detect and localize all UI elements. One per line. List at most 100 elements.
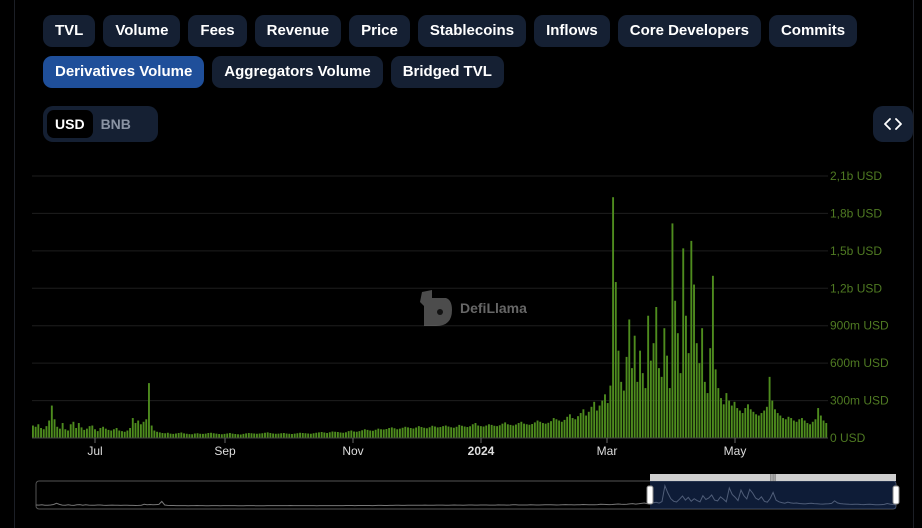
- volume-bar: [493, 425, 496, 438]
- volume-bar: [336, 432, 339, 438]
- volume-bar: [334, 431, 337, 438]
- volume-bar: [374, 429, 377, 438]
- volume-bar: [172, 433, 175, 438]
- volume-bar: [790, 418, 793, 438]
- volume-bar: [85, 428, 88, 438]
- volume-bar: [461, 425, 463, 438]
- volume-bar: [774, 409, 776, 438]
- volume-bar: [801, 418, 803, 438]
- brush-handle-right[interactable]: [892, 485, 900, 505]
- volume-bar: [201, 433, 204, 438]
- volume-bar: [148, 383, 150, 438]
- volume-bar: [547, 422, 550, 438]
- brush-handle-left[interactable]: [646, 485, 654, 505]
- volume-bar: [714, 369, 717, 438]
- volume-bar: [463, 426, 466, 438]
- volume-bar: [323, 432, 326, 438]
- volume-bar: [749, 409, 752, 438]
- volume-bar: [571, 418, 574, 438]
- volume-bar: [633, 335, 636, 438]
- volume-bar: [612, 197, 615, 438]
- volume-bar: [787, 416, 790, 438]
- volume-bar: [501, 423, 504, 438]
- volume-bar: [822, 420, 825, 438]
- volume-bar: [736, 408, 739, 438]
- y-tick-label: 1,5b USD: [830, 244, 882, 258]
- volume-bar: [67, 430, 69, 438]
- volume-bar: [142, 421, 145, 438]
- volume-bar: [452, 427, 455, 438]
- volume-bar: [88, 426, 91, 438]
- volume-bar: [585, 415, 588, 438]
- volume-bar: [663, 328, 666, 438]
- x-tick-label: Jul: [87, 444, 102, 458]
- volume-bar: [552, 418, 555, 438]
- volume-bar: [358, 431, 361, 438]
- volume-bar: [183, 433, 185, 438]
- volume-bar: [261, 433, 264, 438]
- volume-bar: [328, 432, 331, 438]
- volume-bar: [150, 425, 153, 438]
- volume-bar: [471, 424, 474, 438]
- y-tick-label: 900m USD: [830, 319, 889, 333]
- y-tick-label: 1,2b USD: [830, 281, 882, 295]
- volume-bar: [32, 425, 34, 438]
- range-brush[interactable]: |||: [35, 473, 900, 510]
- volume-bar: [582, 409, 585, 438]
- volume-bar: [639, 350, 642, 438]
- volume-bar: [180, 432, 183, 438]
- volume-bar: [563, 419, 566, 438]
- volume-bar: [428, 427, 431, 438]
- volume-bar: [390, 427, 393, 438]
- volume-bar: [112, 429, 115, 438]
- volume-bar: [644, 388, 647, 438]
- volume-bar: [655, 307, 658, 438]
- volume-bar: [720, 398, 722, 438]
- volume-bar: [703, 381, 706, 438]
- brush-selection[interactable]: [650, 481, 896, 509]
- volume-bar: [477, 425, 480, 438]
- volume-bar: [533, 422, 536, 438]
- volume-bar: [536, 420, 539, 438]
- llama-logo-icon: [420, 290, 452, 326]
- volume-bar: [61, 423, 64, 438]
- volume-bar: [666, 355, 668, 438]
- volume-bar: [784, 419, 787, 438]
- volume-bar: [237, 434, 239, 438]
- volume-bar: [566, 416, 569, 438]
- volume-bar: [272, 433, 275, 438]
- volume-bar: [331, 431, 334, 438]
- volume-bar: [469, 426, 472, 438]
- volume-bar: [37, 424, 40, 438]
- volume-bar: [291, 434, 293, 438]
- volume-bar: [231, 433, 234, 438]
- x-tick-label: Nov: [342, 444, 363, 458]
- volume-bar: [218, 434, 221, 438]
- volume-bar: [258, 433, 261, 438]
- x-tick-label: Sep: [214, 444, 236, 458]
- volume-bar: [525, 424, 528, 438]
- volume-bar: [318, 432, 320, 438]
- volume-bar: [239, 434, 242, 438]
- volume-bar: [682, 248, 685, 438]
- volume-bar: [264, 432, 266, 438]
- volume-bar: [277, 433, 280, 438]
- volume-bar: [482, 426, 485, 438]
- volume-bar: [42, 429, 45, 438]
- volume-bar: [423, 427, 426, 438]
- volume-bar: [115, 428, 118, 438]
- volume-bar: [266, 432, 269, 438]
- volume-bar: [622, 390, 625, 438]
- brush-grip-icon: |||: [770, 473, 776, 482]
- x-tick-label: Mar: [597, 444, 618, 458]
- volume-bar: [285, 433, 288, 438]
- volume-bar: [210, 432, 212, 438]
- volume-bar: [188, 434, 191, 438]
- volume-bar: [598, 405, 601, 438]
- volume-bar: [363, 429, 366, 438]
- volume-bar: [811, 421, 814, 438]
- volume-bar: [398, 428, 401, 438]
- volume-bar: [771, 400, 774, 438]
- volume-bar: [474, 423, 477, 438]
- volume-bar: [104, 428, 107, 438]
